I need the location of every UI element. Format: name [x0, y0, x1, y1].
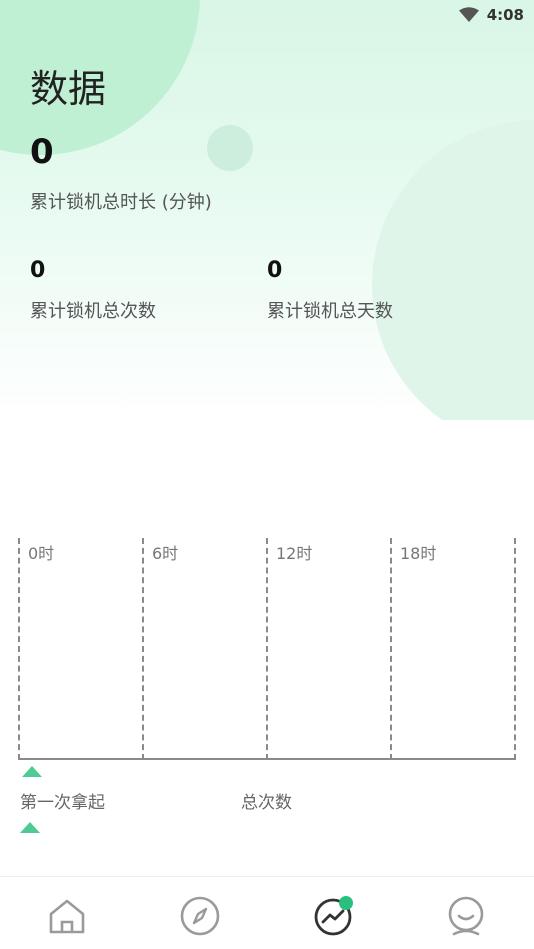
decor-circle-right — [372, 120, 534, 420]
chart-icon — [314, 896, 353, 936]
total-days-label: 累计锁机总天数 — [267, 301, 393, 322]
timeline-divider — [266, 538, 268, 760]
first-pickup-legend: 第一次拿起 — [20, 793, 105, 813]
nav-home[interactable] — [42, 891, 92, 941]
total-duration-value: 0 — [30, 132, 54, 172]
nav-data[interactable] — [308, 891, 358, 941]
decor-circle-small — [207, 125, 253, 171]
timeline-baseline — [18, 758, 516, 760]
total-times-legend: 总次数 — [241, 793, 292, 813]
total-times-marker-icon — [20, 822, 40, 833]
total-days-value: 0 — [267, 258, 283, 283]
status-bar: 4:08 — [458, 0, 534, 30]
total-count-value: 0 — [30, 258, 46, 283]
hour-label-18: 18时 — [400, 544, 437, 563]
home-icon — [49, 899, 85, 934]
compass-icon — [180, 896, 220, 936]
timeline-divider — [142, 538, 144, 760]
nav-discover[interactable] — [175, 891, 225, 941]
status-time: 4:08 — [486, 6, 524, 24]
page-title: 数据 — [30, 67, 107, 111]
wifi-icon — [458, 7, 479, 22]
total-count-label: 累计锁机总次数 — [30, 301, 156, 322]
timeline-divider — [514, 538, 516, 760]
timeline-divider — [390, 538, 392, 760]
first-pickup-marker-icon — [22, 766, 42, 777]
hour-label-0: 0时 — [28, 544, 55, 563]
hour-label-6: 6时 — [152, 544, 179, 563]
nav-profile[interactable] — [441, 891, 491, 941]
timeline-divider — [18, 538, 20, 760]
total-duration-label: 累计锁机总时长 (分钟) — [30, 192, 212, 213]
bottom-navigation — [0, 876, 534, 949]
hour-timeline: 0时 6时 12时 18时 — [18, 538, 516, 760]
hour-label-12: 12时 — [276, 544, 313, 563]
profile-icon — [448, 896, 484, 936]
